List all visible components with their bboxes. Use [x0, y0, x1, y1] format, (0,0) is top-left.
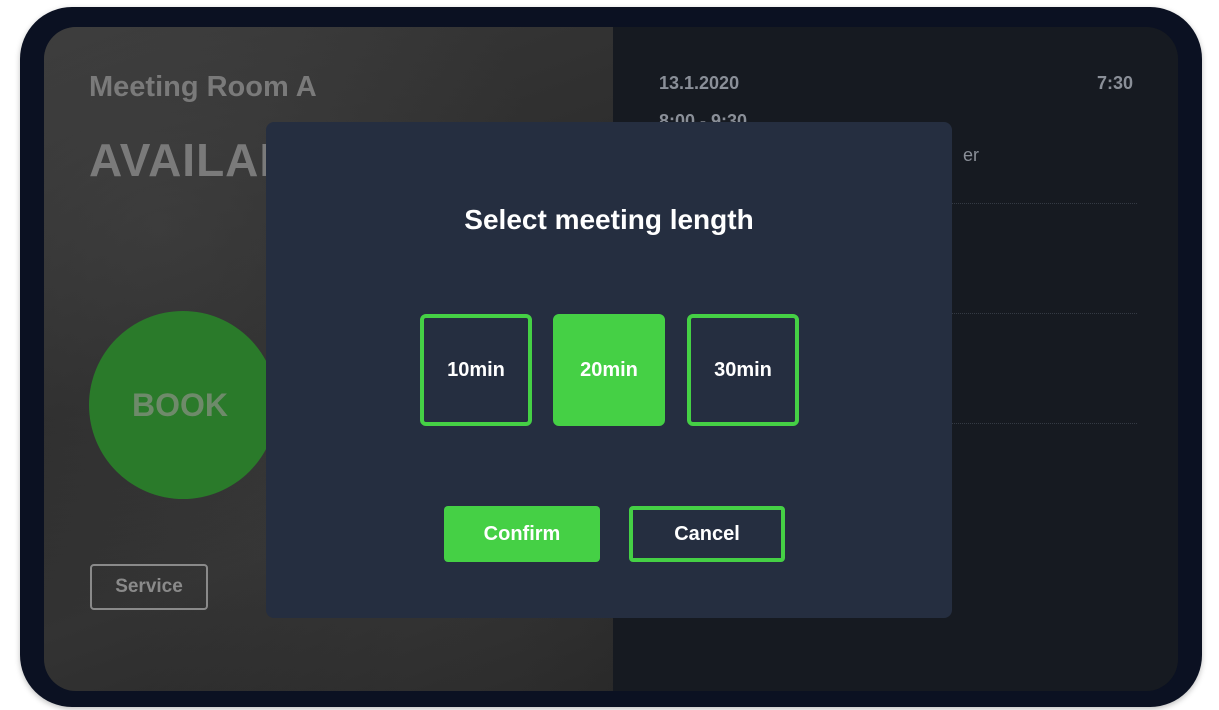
current-date: 13.1.2020: [659, 73, 740, 93]
current-time: 7:30: [1096, 73, 1133, 93]
confirm-button[interactable]: Confirm: [444, 506, 600, 562]
book-button[interactable]: BOOK: [89, 311, 277, 499]
tablet-device: Meeting Room A AVAILABLE BOOK Service 13…: [20, 7, 1202, 707]
room-name: Meeting Room A: [89, 71, 317, 103]
dialog-title: Select meeting length: [464, 204, 754, 235]
length-option-10min[interactable]: 10min: [420, 314, 532, 426]
meeting-length-dialog: Select meeting length 10min 20min 30min …: [266, 122, 952, 618]
room-display-screen: Meeting Room A AVAILABLE BOOK Service 13…: [44, 27, 1178, 691]
cancel-button[interactable]: Cancel: [629, 506, 785, 562]
length-option-30min[interactable]: 30min: [687, 314, 799, 426]
length-option-20min[interactable]: 20min: [553, 314, 665, 426]
service-button[interactable]: Service: [90, 564, 208, 610]
